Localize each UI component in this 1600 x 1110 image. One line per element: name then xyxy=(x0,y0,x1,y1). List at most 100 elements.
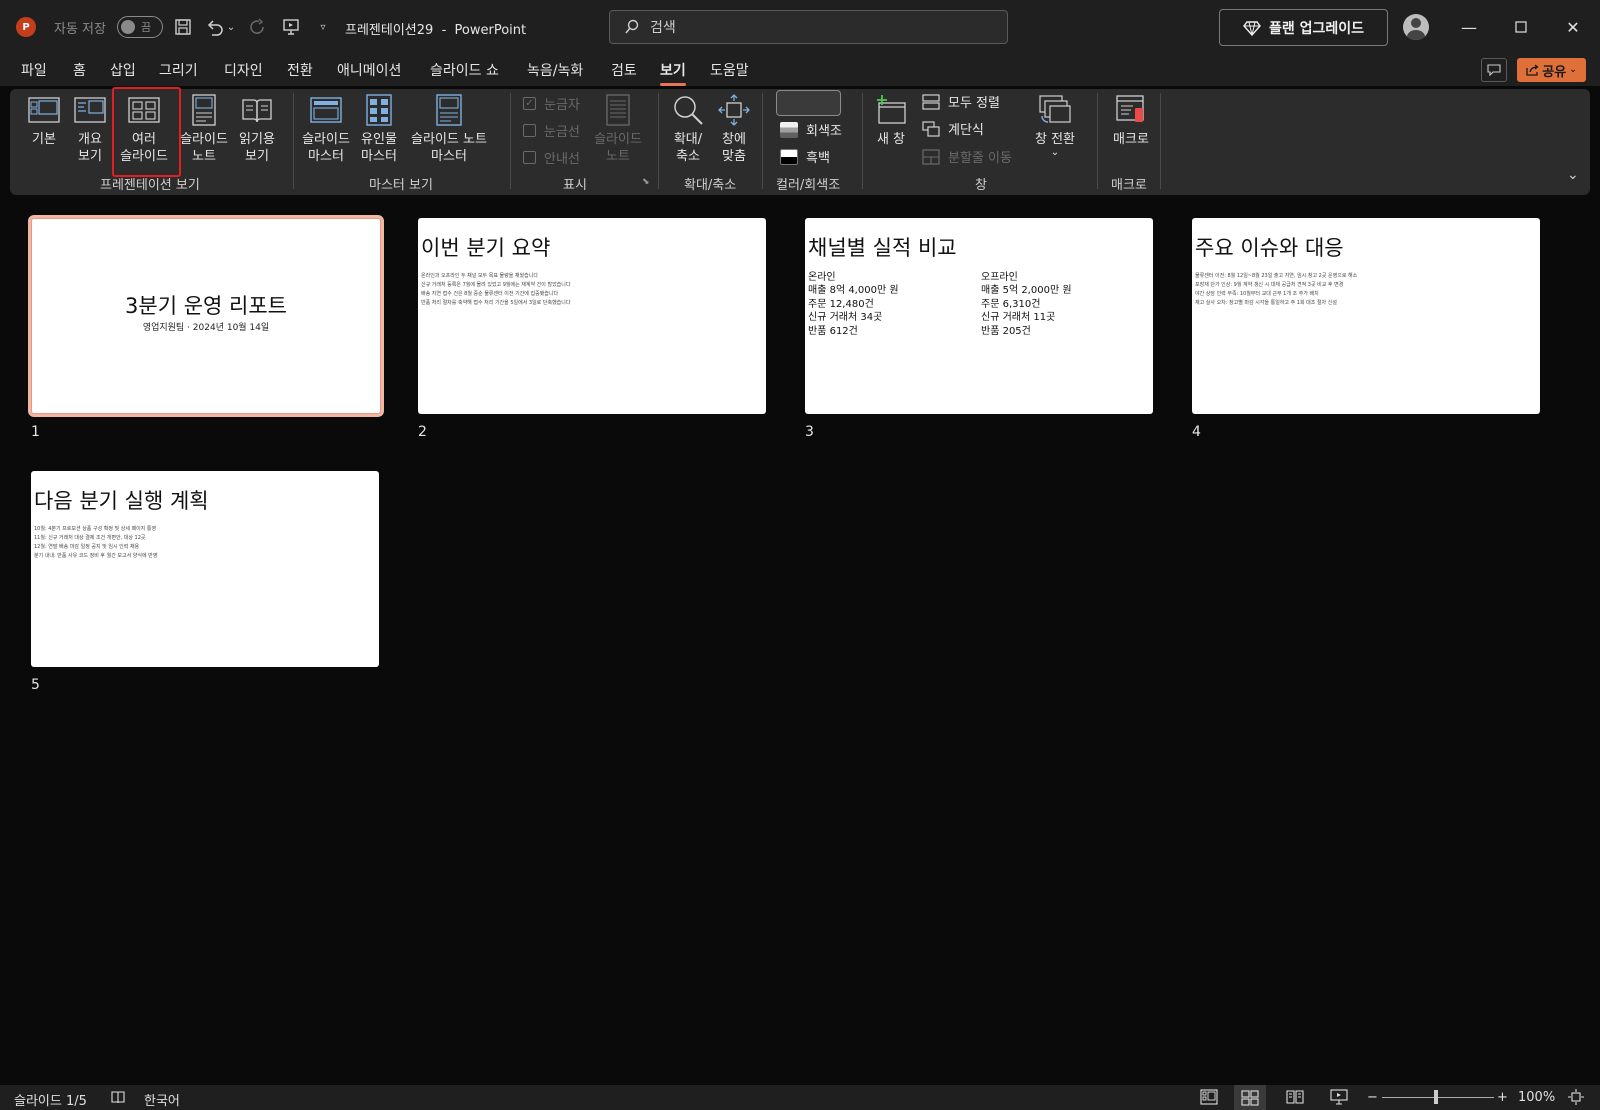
tab-file[interactable]: 파일 xyxy=(21,60,47,80)
slide-thumbnail-3[interactable]: 채널별 실적 비교 온라인 매출 8억 4,000만 원 주문 12,480건 … xyxy=(805,218,1153,414)
notes-page-button[interactable]: 슬라이드 노트 xyxy=(176,93,232,165)
arrange-all-button[interactable]: 모두 정렬 xyxy=(922,92,1000,111)
minimize-icon[interactable]: — xyxy=(1446,12,1492,42)
slideshow-status-icon[interactable] xyxy=(1330,1089,1348,1109)
slide-thumbnail-5[interactable]: 다음 분기 실행 계획 10월: 4분기 프로모션 상품 구성 확정 및 상세 … xyxy=(31,471,379,667)
autosave-toggle[interactable]: 끔 xyxy=(117,16,163,38)
search-placeholder: 검색 xyxy=(650,20,676,36)
tab-insert[interactable]: 삽입 xyxy=(110,60,136,80)
color-button[interactable]: 컬러 xyxy=(780,92,830,111)
comments-icon[interactable] xyxy=(1481,58,1507,82)
redo-icon[interactable] xyxy=(247,16,269,38)
language-indicator[interactable]: 한국어 xyxy=(144,1090,180,1109)
search-box[interactable]: 검색 xyxy=(609,10,1008,44)
normal-view-status-icon[interactable] xyxy=(1200,1089,1218,1109)
notes-master-button[interactable]: 슬라이드 노트 마스터 xyxy=(407,93,491,165)
tab-animations[interactable]: 애니메이션 xyxy=(337,60,401,80)
share-dropdown-icon: ⌄ xyxy=(1569,65,1577,75)
cascade-button[interactable]: 계단식 xyxy=(922,119,984,138)
tab-design[interactable]: 디자인 xyxy=(224,60,263,80)
tab-slideshow[interactable]: 슬라이드 쇼 xyxy=(430,60,499,80)
ribbon-separator xyxy=(293,93,294,189)
slide-subtitle: 영업지원팀 · 2024년 10월 14일 xyxy=(142,323,270,333)
grayscale-button[interactable]: 회색조 xyxy=(780,120,842,139)
share-label: 공유 xyxy=(1542,64,1567,80)
macros-icon xyxy=(1114,93,1148,127)
ruler-checkbox[interactable]: ✓ 눈금자 xyxy=(523,94,580,113)
zoom-in-button[interactable]: + xyxy=(1497,1090,1508,1105)
search-icon xyxy=(625,19,639,34)
accessibility-icon[interactable] xyxy=(110,1089,126,1109)
slide-left-column: 온라인 매출 8억 4,000만 원 주문 12,480건 신규 거래처 34곳… xyxy=(808,272,899,337)
user-avatar[interactable] xyxy=(1403,14,1429,40)
undo-dropdown-icon[interactable]: ⌄ xyxy=(225,16,237,38)
upgrade-plan-button[interactable]: 플랜 업그레이드 xyxy=(1219,9,1388,46)
cascade-icon xyxy=(922,120,940,137)
gridlines-checkbox[interactable]: 눈금선 xyxy=(523,121,580,140)
slide-sorter-status-icon[interactable] xyxy=(1234,1085,1266,1110)
outline-view-icon xyxy=(73,93,107,127)
macros-button[interactable]: 매크로 xyxy=(1106,93,1156,148)
zoom-slider[interactable] xyxy=(1382,1097,1494,1098)
zoom-level[interactable]: 100% xyxy=(1518,1090,1555,1105)
fit-slide-icon[interactable] xyxy=(1568,1089,1584,1109)
present-from-start-icon[interactable] xyxy=(280,16,302,38)
slide-thumbnail-1[interactable]: 3분기 운영 리포트 영업지원팀 · 2024년 10월 14일 xyxy=(28,215,384,417)
tab-view[interactable]: 보기 xyxy=(660,60,686,86)
slide-master-button[interactable]: 슬라이드 마스터 xyxy=(300,93,352,165)
slide-number: 5 xyxy=(31,677,40,693)
color-swatch-icon xyxy=(780,93,798,110)
normal-view-button[interactable]: 기본 xyxy=(24,93,64,148)
collapse-ribbon-icon[interactable]: ⌄ xyxy=(1567,167,1579,183)
reading-view-button[interactable]: 읽기용 보기 xyxy=(232,93,282,165)
new-window-button[interactable]: 새 창 xyxy=(872,93,910,148)
notes-icon xyxy=(601,93,635,127)
save-icon[interactable] xyxy=(172,16,194,38)
slide-body: 10월: 4분기 프로모션 상품 구성 확정 및 상세 페이지 통영 11월: … xyxy=(34,526,158,559)
toggle-knob xyxy=(121,20,135,34)
zoom-button[interactable]: 확대/ 축소 xyxy=(666,93,710,165)
slide-thumbnail-4[interactable]: 주요 이슈와 대응 물류센터 이전: 8월 12일~8월 23일 출고 지연, … xyxy=(1192,218,1540,414)
tab-review[interactable]: 검토 xyxy=(611,60,637,80)
new-window-icon xyxy=(874,93,908,127)
autosave-state: 끔 xyxy=(141,21,152,34)
tab-transitions[interactable]: 전환 xyxy=(287,60,313,80)
dialog-launcher-icon[interactable]: ⬊ xyxy=(642,177,650,187)
tab-home[interactable]: 홈 xyxy=(73,60,86,80)
slide-right-column: 오프라인 매출 5억 2,000만 원 주문 6,310건 신규 거래처 11곳… xyxy=(981,272,1072,337)
fit-to-window-button[interactable]: 창에 맞춤 xyxy=(714,93,754,165)
group-label-macros: 매크로 xyxy=(1111,178,1147,193)
slide-title: 주요 이슈와 대응 xyxy=(1195,236,1344,260)
slide-thumbnail-2[interactable]: 이번 분기 요약 온라인과 오프라인 두 채널 모두 목표 물량을 채웠습니다 … xyxy=(418,218,766,414)
document-title: 프레젠테이션29 - PowerPoint xyxy=(345,23,527,38)
move-split-button[interactable]: 분할줄 이동 xyxy=(922,147,1012,166)
black-white-button[interactable]: 흑백 xyxy=(780,147,830,166)
tab-draw[interactable]: 그리기 xyxy=(159,60,198,80)
selection-highlight xyxy=(112,87,181,177)
ribbon-separator xyxy=(862,93,863,189)
outline-view-button[interactable]: 개요 보기 xyxy=(70,93,110,165)
maximize-icon[interactable] xyxy=(1498,12,1544,42)
move-split-icon xyxy=(922,148,940,165)
switch-windows-icon xyxy=(1038,93,1072,127)
group-label-color: 컬러/회색조 xyxy=(776,178,841,193)
share-button[interactable]: 공유 ⌄ xyxy=(1517,58,1586,82)
reading-view-status-icon[interactable] xyxy=(1286,1089,1304,1109)
undo-icon[interactable] xyxy=(204,16,226,38)
slide-title: 이번 분기 요약 xyxy=(421,236,551,260)
diamond-icon xyxy=(1243,20,1261,36)
upgrade-plan-label: 플랜 업그레이드 xyxy=(1268,20,1365,37)
close-icon[interactable]: ✕ xyxy=(1550,12,1596,42)
customize-toolbar-icon[interactable]: ▿ xyxy=(312,16,334,38)
tab-help[interactable]: 도움말 xyxy=(710,60,749,80)
handout-master-button[interactable]: 유인물 마스터 xyxy=(356,93,402,165)
zoom-out-button[interactable]: − xyxy=(1367,1090,1378,1105)
notes-pane-button[interactable]: 슬라이드 노트 xyxy=(590,93,646,165)
arrange-all-icon xyxy=(922,93,940,110)
switch-windows-button[interactable]: 창 전환 ⌄ xyxy=(1030,93,1080,158)
tab-record[interactable]: 녹음/녹화 xyxy=(527,60,583,80)
guides-checkbox[interactable]: 안내선 xyxy=(523,148,580,167)
magnifier-icon xyxy=(671,93,705,127)
zoom-slider-thumb[interactable] xyxy=(1434,1090,1438,1104)
handout-master-icon xyxy=(362,93,396,127)
